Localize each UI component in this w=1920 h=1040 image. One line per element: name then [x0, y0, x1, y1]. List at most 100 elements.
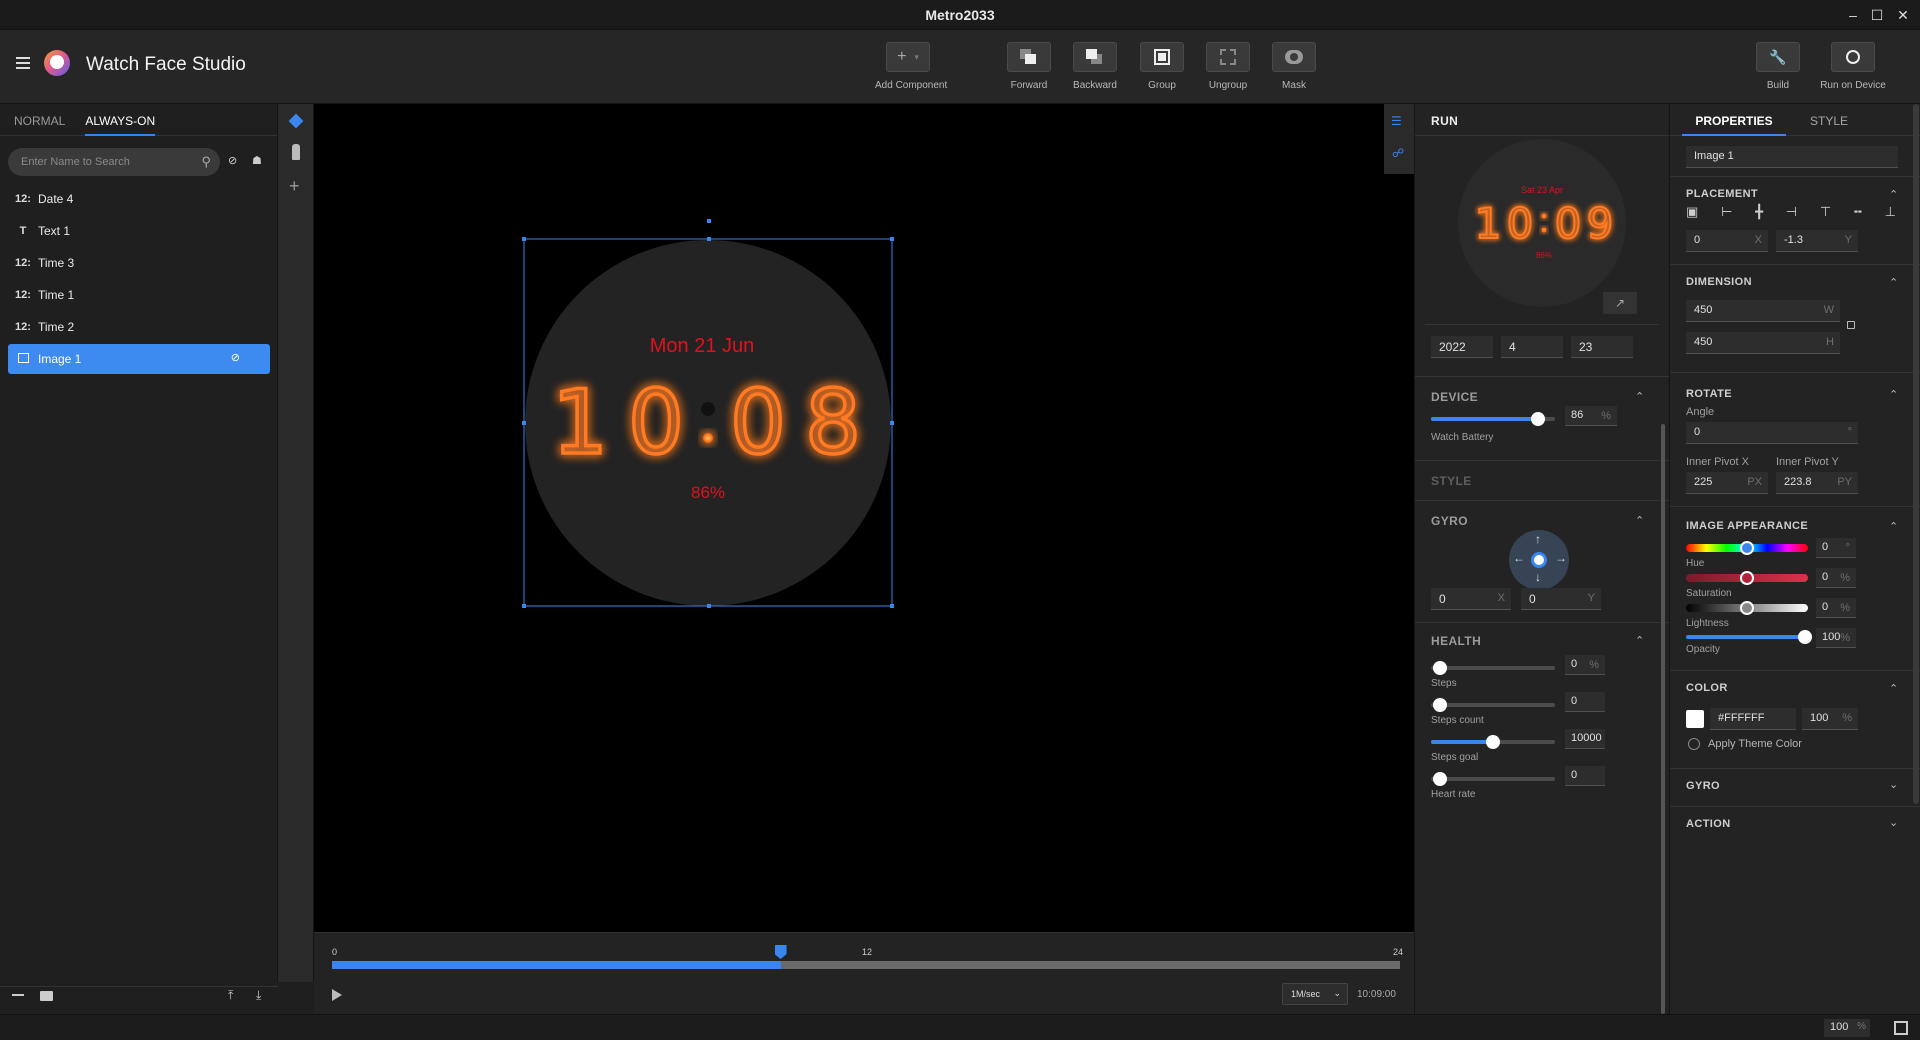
gyro-y-input[interactable]: 0Y [1521, 588, 1601, 610]
layer-search-input[interactable]: Enter Name to Search ⚲ [8, 148, 220, 176]
heart-rate-input[interactable]: 0 [1565, 766, 1605, 786]
tab-style[interactable]: STYLE [1810, 114, 1848, 128]
hue-knob[interactable] [1740, 541, 1754, 555]
align-center-h-icon[interactable]: ╋ [1755, 204, 1763, 222]
component-name-input[interactable]: Image 1 [1686, 146, 1898, 168]
brush-icon[interactable] [292, 144, 300, 160]
steps-goal-slider[interactable] [1431, 735, 1555, 749]
steps-count-slider[interactable] [1431, 698, 1555, 712]
visibility-icon[interactable]: ⊘ [231, 351, 240, 364]
run-year-input[interactable]: 2022 [1431, 336, 1493, 358]
theme-color-radio[interactable] [1688, 738, 1700, 750]
lock-ratio-icon[interactable] [1847, 321, 1855, 329]
hide-all-icon[interactable]: ⊘ [228, 154, 237, 167]
mask-button[interactable]: Mask [1261, 42, 1327, 91]
color-swatch[interactable] [1686, 710, 1704, 728]
position-x-input[interactable]: 0X [1686, 230, 1768, 252]
gyro-x-input[interactable]: 0X [1431, 588, 1511, 610]
height-input[interactable]: 450 H [1686, 332, 1840, 354]
properties-scrollbar[interactable] [1913, 104, 1919, 804]
expand-chevron-icon[interactable]: ⌄ [1889, 778, 1898, 791]
saturation-input[interactable]: 0% [1816, 568, 1856, 588]
paint-bucket-icon[interactable]: ☗ [252, 154, 262, 167]
saturation-slider[interactable] [1686, 571, 1808, 585]
collapse-chevron-icon[interactable]: ⌃ [1635, 514, 1644, 527]
tab-always-on[interactable]: ALWAYS-ON [85, 104, 156, 136]
layer-item[interactable]: T Text 1 [8, 216, 270, 246]
layer-item-selected[interactable]: Image 1 ⊘ [8, 344, 270, 374]
steps-goal-input[interactable]: 10000 [1565, 729, 1605, 749]
maximize-button[interactable]: ☐ [1866, 5, 1888, 25]
collapse-chevron-icon[interactable]: ⌃ [1889, 388, 1898, 401]
ungroup-button[interactable]: Ungroup [1195, 42, 1261, 91]
run-panel-scrollbar[interactable] [1661, 424, 1665, 1014]
heart-rate-knob[interactable] [1433, 772, 1447, 786]
steps-slider-knob[interactable] [1433, 661, 1447, 675]
steps-slider[interactable] [1431, 661, 1555, 675]
expand-chevron-icon[interactable]: ⌄ [1889, 816, 1898, 829]
color-alpha-input[interactable]: 100% [1802, 708, 1858, 730]
align-left-icon[interactable]: ⊢ [1721, 204, 1732, 222]
forward-button[interactable]: Forward [996, 42, 1062, 91]
steps-value-input[interactable]: 0% [1565, 655, 1605, 675]
lightness-slider[interactable] [1686, 601, 1808, 615]
zoom-input[interactable]: 100 % [1824, 1019, 1870, 1037]
group-button[interactable]: Group [1129, 42, 1195, 91]
run-month-input[interactable]: 4 [1501, 336, 1563, 358]
layer-item[interactable]: 12: Time 2 [8, 312, 270, 342]
steps-count-knob[interactable] [1433, 698, 1447, 712]
collapse-chevron-icon[interactable]: ⌃ [1889, 682, 1898, 695]
lightness-knob[interactable] [1740, 601, 1754, 615]
layer-item[interactable]: 12: Date 4 [8, 184, 270, 214]
battery-slider[interactable] [1431, 412, 1555, 426]
heart-rate-slider[interactable] [1431, 772, 1555, 786]
timeline-track[interactable] [332, 961, 1400, 969]
layer-item[interactable]: 12: Time 3 [8, 248, 270, 278]
battery-slider-knob[interactable] [1531, 412, 1545, 426]
align-middle-v-icon[interactable]: ╍ [1854, 204, 1862, 222]
design-canvas[interactable]: Mon 21 Jun 1 0 0 8 86% ☰ ☍ [314, 104, 1414, 932]
lightness-input[interactable]: 0% [1816, 598, 1856, 618]
hamburger-menu-icon[interactable] [16, 57, 30, 69]
collapse-chevron-icon[interactable]: ⌃ [1635, 390, 1644, 403]
collapse-chevron-icon[interactable]: ⌃ [1635, 634, 1644, 647]
move-top-icon[interactable]: ⤒ [228, 988, 233, 1003]
link-icon[interactable]: ☍ [1392, 146, 1404, 160]
layers-icon[interactable] [288, 113, 304, 129]
opacity-input[interactable]: 100% [1816, 628, 1856, 648]
remove-layer-icon[interactable] [12, 994, 24, 996]
external-link-icon[interactable]: ↗ [1603, 292, 1637, 314]
opacity-slider[interactable] [1686, 630, 1812, 644]
collapse-chevron-icon[interactable]: ⌃ [1889, 188, 1898, 201]
hue-input[interactable]: 0 ° [1816, 538, 1856, 558]
gyro-joystick[interactable]: ↑ ↓ ← → [1509, 530, 1569, 590]
adjust-icon[interactable]: ☰ [1391, 114, 1402, 128]
folder-icon[interactable] [40, 991, 53, 1001]
run-on-device-button[interactable]: Run on Device [1820, 42, 1886, 91]
color-hex-input[interactable]: #FFFFFF [1710, 708, 1796, 730]
collapse-chevron-icon[interactable]: ⌃ [1889, 520, 1898, 533]
opacity-knob[interactable] [1798, 630, 1812, 644]
move-bottom-icon[interactable]: ⤓ [256, 988, 261, 1003]
saturation-knob[interactable] [1740, 571, 1754, 585]
steps-count-input[interactable]: 0 [1565, 692, 1605, 712]
tab-normal[interactable]: NORMAL [14, 104, 65, 136]
add-component-button[interactable]: + ▾ Add Component [875, 42, 947, 91]
play-icon[interactable] [332, 989, 342, 1001]
angle-input[interactable]: 0 ° [1686, 422, 1858, 444]
hue-slider[interactable] [1686, 541, 1808, 555]
align-bottom-icon[interactable]: ⊥ [1885, 204, 1896, 222]
run-day-input[interactable]: 23 [1571, 336, 1633, 358]
tab-properties[interactable]: PROPERTIES [1682, 104, 1786, 136]
steps-goal-knob[interactable] [1486, 735, 1500, 749]
align-fit-icon[interactable]: ▣ [1686, 204, 1698, 222]
layer-item[interactable]: 12: Time 1 [8, 280, 270, 310]
speed-dropdown[interactable]: 1M/sec ⌄ [1282, 983, 1348, 1005]
add-icon[interactable]: + [289, 176, 300, 197]
battery-value-input[interactable]: 86 % [1565, 406, 1617, 426]
close-button[interactable]: ✕ [1892, 5, 1914, 25]
pivot-x-input[interactable]: 225 PX [1686, 472, 1768, 494]
width-input[interactable]: 450 W [1686, 300, 1840, 322]
align-top-icon[interactable]: ⊤ [1820, 204, 1831, 222]
align-right-icon[interactable]: ⊣ [1786, 204, 1797, 222]
